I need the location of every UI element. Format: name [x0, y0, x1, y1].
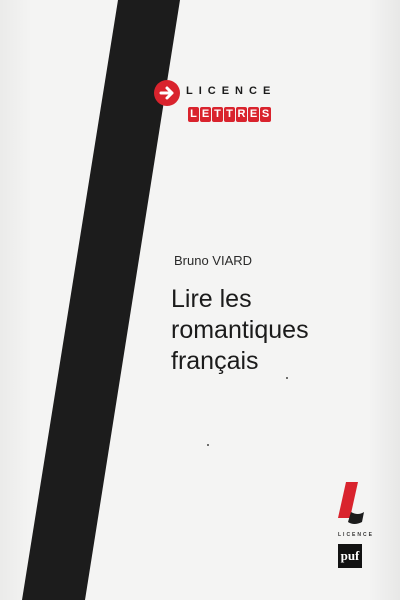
series-letter: E	[200, 107, 211, 122]
title-line-1: Lire les	[171, 285, 252, 313]
book-cover: LICENCE L E T T R E S Bruno VIARD Lire l…	[0, 0, 400, 600]
book-title: Lire les romantiques français	[171, 284, 371, 377]
series-letter: T	[224, 107, 235, 122]
series-letter: S	[260, 107, 271, 122]
author-name: Bruno VIARD	[174, 253, 253, 268]
title-line-3: français	[171, 347, 259, 375]
series-letter: L	[188, 107, 199, 122]
series-letter: R	[236, 107, 247, 122]
series-letter: E	[248, 107, 259, 122]
series-letter: T	[212, 107, 223, 122]
title-line-2: romantiques	[171, 316, 309, 344]
series-licence-text: LICENCE	[186, 85, 277, 97]
arrow-right-icon	[154, 80, 180, 106]
print-speck	[207, 444, 209, 446]
series-lettres-text: L E T T R E S	[188, 107, 271, 122]
print-speck	[286, 377, 288, 379]
collection-label: LICENCE	[338, 532, 374, 538]
collection-l-logo	[338, 482, 364, 524]
puf-logo: puf	[338, 544, 362, 568]
